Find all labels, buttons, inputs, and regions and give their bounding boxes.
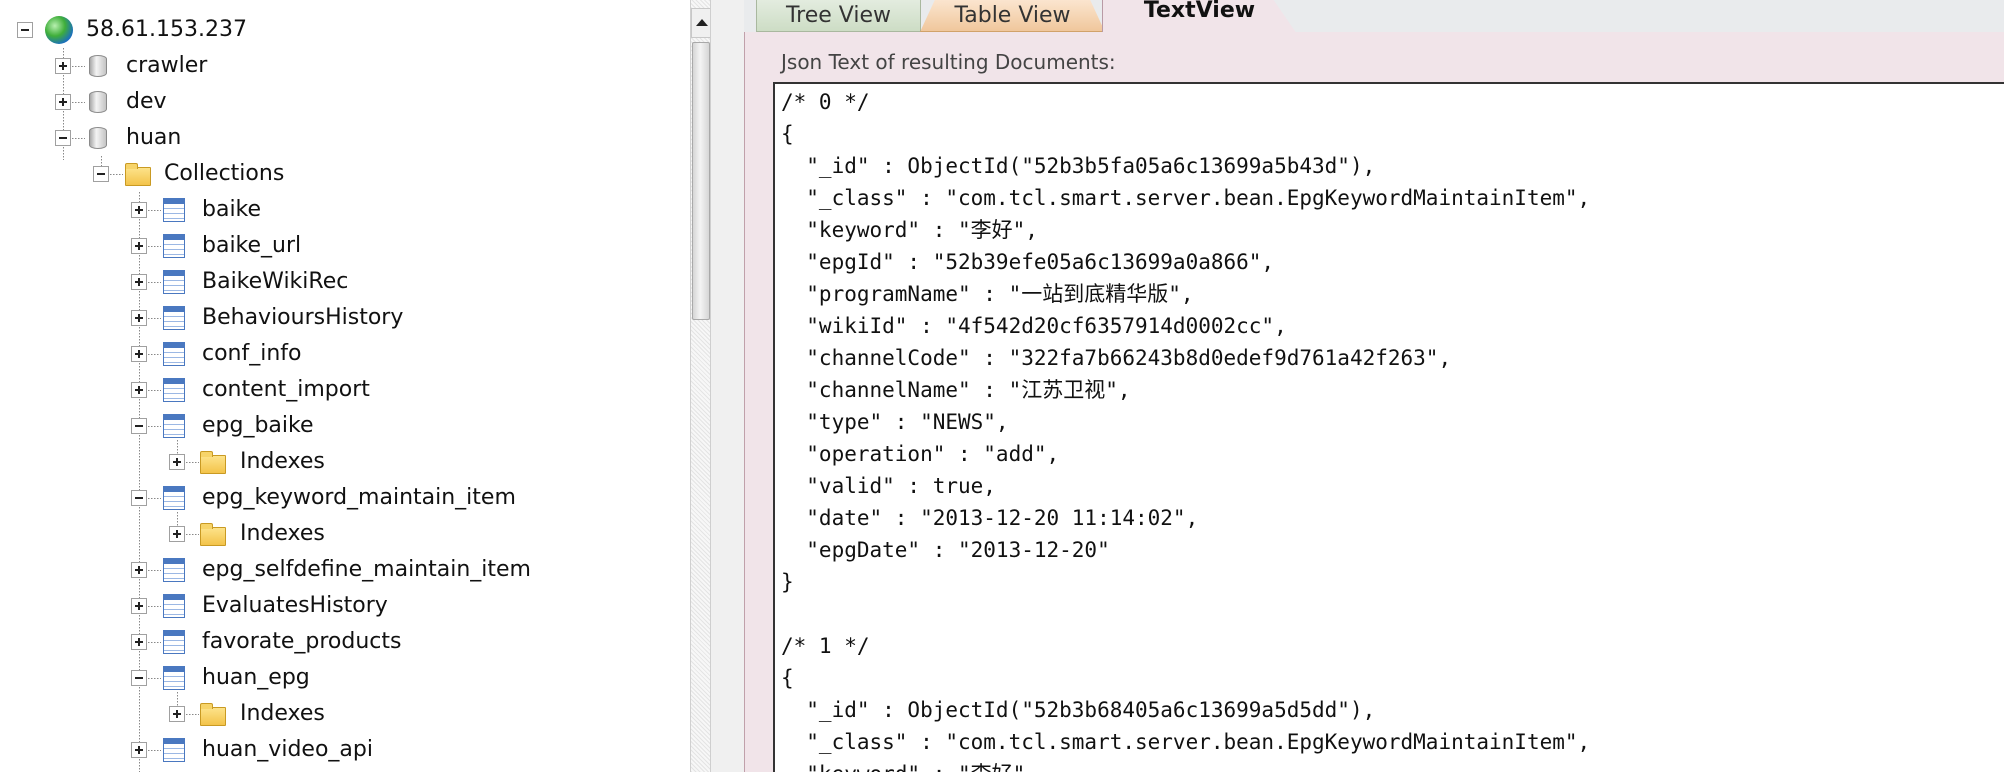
json-line: "epgDate" : "2013-12-20" <box>781 538 1110 562</box>
expand-indexes-toggle[interactable] <box>169 526 185 542</box>
collections-folder-label[interactable]: Collections <box>164 156 284 192</box>
json-line: { <box>781 122 794 146</box>
tab-tree-view[interactable]: Tree View <box>756 0 921 32</box>
expand-collection-toggle[interactable] <box>131 274 147 290</box>
expand-collection-toggle[interactable] <box>131 562 147 578</box>
json-line: "programName" : "一站到底精华版", <box>781 282 1194 306</box>
collection-baike-label[interactable]: baike <box>202 192 261 228</box>
collection-conf-info-label[interactable]: conf_info <box>202 336 302 372</box>
panel-splitter[interactable] <box>710 0 746 772</box>
db-dev-label[interactable]: dev <box>126 84 167 120</box>
server-node-label[interactable]: 58.61.153.237 <box>86 12 247 48</box>
server-globe-icon <box>45 16 73 44</box>
tab-table-view[interactable]: Table View <box>920 0 1105 32</box>
json-line: "_id" : ObjectId("52b3b68405a6c13699a5d5… <box>781 698 1376 722</box>
json-line: "channelName" : "江苏卫视", <box>781 378 1131 402</box>
collapse-collection-toggle[interactable] <box>131 670 147 686</box>
expand-collection-toggle[interactable] <box>131 382 147 398</box>
scrollbar-thumb[interactable] <box>692 42 710 320</box>
db-huan-label[interactable]: huan <box>126 120 181 156</box>
collapse-server-toggle[interactable] <box>17 22 33 38</box>
collection-content-import-label[interactable]: content_import <box>202 372 370 408</box>
collection-icon <box>163 594 185 618</box>
collapse-collection-toggle[interactable] <box>131 418 147 434</box>
expand-db-dev-toggle[interactable] <box>55 94 71 110</box>
indexes-label[interactable]: Indexes <box>240 444 325 480</box>
collection-icon <box>163 378 185 402</box>
folder-icon <box>125 163 151 186</box>
indexes-label[interactable]: Indexes <box>240 516 325 552</box>
collection-icon <box>163 630 185 654</box>
collection-baikewikirec-label[interactable]: BaikeWikiRec <box>202 264 348 300</box>
collection-icon <box>163 666 185 690</box>
collection-evaluateshistory-label[interactable]: EvaluatesHistory <box>202 588 388 624</box>
collection-baike-url-label[interactable]: baike_url <box>202 228 301 264</box>
json-line: "type" : "NEWS", <box>781 410 1009 434</box>
folder-icon <box>200 523 226 546</box>
collection-icon <box>163 342 185 366</box>
json-line: "keyword" : "李好", <box>781 218 1038 242</box>
expand-collection-toggle[interactable] <box>131 634 147 650</box>
collection-huan-epg-label[interactable]: huan_epg <box>202 660 310 696</box>
database-icon <box>89 55 107 77</box>
json-line: "channelCode" : "322fa7b66243b8d0edef9d7… <box>781 346 1452 370</box>
collapse-collections-toggle[interactable] <box>93 166 109 182</box>
folder-icon <box>200 703 226 726</box>
expand-indexes-toggle[interactable] <box>169 706 185 722</box>
collection-epg-baike-label[interactable]: epg_baike <box>202 408 314 444</box>
expand-indexes-toggle[interactable] <box>169 454 185 470</box>
json-line: /* 1 */ <box>781 634 870 658</box>
collection-icon <box>163 234 185 258</box>
collection-icon <box>163 198 185 222</box>
tree-vertical-scrollbar[interactable] <box>690 0 710 772</box>
collection-icon <box>163 486 185 510</box>
indexes-label[interactable]: Indexes <box>240 696 325 732</box>
collection-behaviourshistory-label[interactable]: BehavioursHistory <box>202 300 403 336</box>
expand-collection-toggle[interactable] <box>131 598 147 614</box>
db-crawler-label[interactable]: crawler <box>126 48 207 84</box>
results-panel: Tree View Table View TextView Json Text … <box>744 0 2004 772</box>
expand-collection-toggle[interactable] <box>131 742 147 758</box>
collection-icon <box>163 270 185 294</box>
json-line: /* 0 */ <box>781 90 870 114</box>
collection-icon <box>163 306 185 330</box>
json-line: "operation" : "add", <box>781 442 1060 466</box>
expand-db-crawler-toggle[interactable] <box>55 58 71 74</box>
database-icon <box>89 127 107 149</box>
view-tab-strip: Tree View Table View TextView <box>744 0 2004 34</box>
scroll-up-arrow-icon[interactable] <box>691 8 710 38</box>
json-line: "epgId" : "52b39efe05a6c13699a0a866", <box>781 250 1275 274</box>
json-caption: Json Text of resulting Documents: <box>781 50 1116 74</box>
collection-icon <box>163 414 185 438</box>
expand-collection-toggle[interactable] <box>131 310 147 326</box>
collection-epg-keyword-maintain-item-label[interactable]: epg_keyword_maintain_item <box>202 480 516 516</box>
expand-collection-toggle[interactable] <box>131 202 147 218</box>
collection-icon <box>163 738 185 762</box>
collection-huan-video-api-label[interactable]: huan_video_api <box>202 732 373 768</box>
json-line: { <box>781 666 794 690</box>
json-text-area[interactable]: /* 0 */ { "_id" : ObjectId("52b3b5fa05a6… <box>773 82 2004 772</box>
collection-favorate-products-label[interactable]: favorate_products <box>202 624 401 660</box>
database-icon <box>89 91 107 113</box>
json-line: "_class" : "com.tcl.smart.server.bean.Ep… <box>781 186 1591 210</box>
json-line: "date" : "2013-12-20 11:14:02", <box>781 506 1199 530</box>
json-line: } <box>781 570 794 594</box>
database-tree-panel: 58.61.153.237 crawler dev huan Collectio… <box>0 0 710 772</box>
expand-collection-toggle[interactable] <box>131 346 147 362</box>
json-line: "_class" : "com.tcl.smart.server.bean.Ep… <box>781 730 1591 754</box>
json-line: "wikiId" : "4f542d20cf6357914d0002cc", <box>781 314 1287 338</box>
collapse-collection-toggle[interactable] <box>131 490 147 506</box>
tab-text-view[interactable]: TextView <box>1102 0 1297 34</box>
folder-icon <box>200 451 226 474</box>
collection-icon <box>163 558 185 582</box>
text-view-content: Json Text of resulting Documents: /* 0 *… <box>744 32 2004 772</box>
json-line: "valid" : true, <box>781 474 996 498</box>
json-line: "_id" : ObjectId("52b3b5fa05a6c13699a5b4… <box>781 154 1376 178</box>
collection-epg-selfdefine-maintain-item-label[interactable]: epg_selfdefine_maintain_item <box>202 552 531 588</box>
json-line: "keyword" : "李好", <box>781 758 1038 772</box>
expand-collection-toggle[interactable] <box>131 238 147 254</box>
collapse-db-huan-toggle[interactable] <box>55 130 71 146</box>
